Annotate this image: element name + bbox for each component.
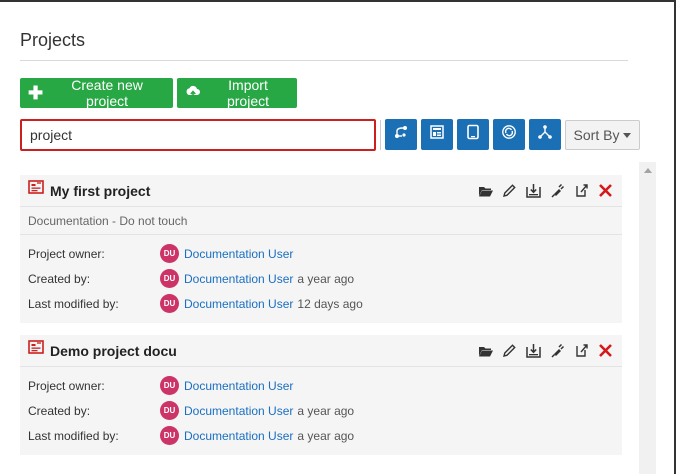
avatar: DU xyxy=(160,376,179,395)
caret-down-icon xyxy=(623,132,632,138)
tablet-icon xyxy=(465,124,481,145)
modified-label: Last modified by: xyxy=(28,428,119,443)
delete-x-icon[interactable] xyxy=(597,342,614,359)
export-icon[interactable] xyxy=(573,182,590,199)
avatar: DU xyxy=(160,294,179,313)
created-ago: a year ago xyxy=(297,403,355,418)
project-meta: Project owner: DU Documentation User Cre… xyxy=(20,235,622,322)
modified-by-link[interactable]: Documentation User xyxy=(184,297,293,311)
owner-label: Project owner: xyxy=(28,378,105,393)
project-icon xyxy=(28,180,44,201)
created-by-link[interactable]: Documentation User xyxy=(184,272,293,286)
created-label: Created by: xyxy=(28,271,91,286)
network-filter-button[interactable] xyxy=(529,119,561,150)
project-meta: Project owner: DU Documentation User Cre… xyxy=(20,367,622,454)
export-icon[interactable] xyxy=(573,342,590,359)
project-card-header: Demo project docu xyxy=(20,335,622,367)
open-folder-icon[interactable] xyxy=(477,182,494,199)
scroll-up-arrow-icon[interactable] xyxy=(644,168,652,173)
modified-by-link[interactable]: Documentation User xyxy=(184,429,293,443)
modified-label: Last modified by: xyxy=(28,296,119,311)
network-icon xyxy=(537,124,553,145)
import-project-button[interactable]: Import project xyxy=(177,77,297,109)
plus-icon: ✚ xyxy=(28,83,44,103)
download-icon[interactable] xyxy=(525,342,542,359)
project-actions xyxy=(477,342,614,359)
owner-link[interactable]: Documentation User xyxy=(184,379,293,393)
git-filter-button[interactable] xyxy=(385,119,417,150)
edit-pencil-icon[interactable] xyxy=(501,342,518,359)
project-card: My first project Documentation - Do not … xyxy=(20,175,622,323)
page-title: Projects xyxy=(20,30,86,50)
owner-label: Project owner: xyxy=(28,246,105,261)
download-icon[interactable] xyxy=(525,182,542,199)
sort-by-dropdown[interactable]: Sort By xyxy=(565,120,640,150)
dashboard-filter-button[interactable] xyxy=(421,119,453,150)
create-project-button[interactable]: ✚ Create new project xyxy=(20,77,173,109)
import-project-label: Import project xyxy=(226,77,270,109)
toolbar-divider xyxy=(380,120,381,150)
title-divider xyxy=(20,60,628,61)
owner-link[interactable]: Documentation User xyxy=(184,247,293,261)
modified-row: Last modified by: DU Documentation User … xyxy=(28,423,614,448)
plug-icon[interactable] xyxy=(549,182,566,199)
modified-ago: a year ago xyxy=(297,428,355,443)
git-icon xyxy=(393,124,409,145)
avatar: DU xyxy=(160,269,179,288)
project-card: Demo project docu Project owner: DU Docu… xyxy=(20,335,622,455)
search-input[interactable] xyxy=(20,119,376,151)
owner-row: Project owner: DU Documentation User xyxy=(28,373,614,398)
edit-pencil-icon[interactable] xyxy=(501,182,518,199)
plug-icon[interactable] xyxy=(549,342,566,359)
project-actions xyxy=(477,182,614,199)
created-row: Created by: DU Documentation User a year… xyxy=(28,266,614,291)
sync-filter-button[interactable] xyxy=(493,119,525,150)
avatar: DU xyxy=(160,426,179,445)
dashboard-icon xyxy=(429,124,445,145)
scrollbar[interactable] xyxy=(639,162,656,474)
open-folder-icon[interactable] xyxy=(477,342,494,359)
create-project-label: Create new project xyxy=(71,77,143,109)
delete-x-icon[interactable] xyxy=(597,182,614,199)
tablet-filter-button[interactable] xyxy=(457,119,489,150)
project-icon xyxy=(28,340,44,361)
avatar: DU xyxy=(160,244,179,263)
project-description: Documentation - Do not touch xyxy=(20,207,622,235)
modified-row: Last modified by: DU Documentation User … xyxy=(28,291,614,316)
created-by-link[interactable]: Documentation User xyxy=(184,404,293,418)
created-label: Created by: xyxy=(28,403,91,418)
sort-by-label: Sort By xyxy=(573,127,620,143)
avatar: DU xyxy=(160,401,179,420)
modified-ago: 12 days ago xyxy=(297,296,363,311)
created-ago: a year ago xyxy=(297,271,355,286)
project-name[interactable]: Demo project docu xyxy=(50,343,177,359)
owner-row: Project owner: DU Documentation User xyxy=(28,241,614,266)
cloud-upload-icon xyxy=(185,84,201,102)
project-card-header: My first project xyxy=(20,175,622,207)
sync-icon xyxy=(501,124,517,145)
created-row: Created by: DU Documentation User a year… xyxy=(28,398,614,423)
project-name[interactable]: My first project xyxy=(50,183,150,199)
